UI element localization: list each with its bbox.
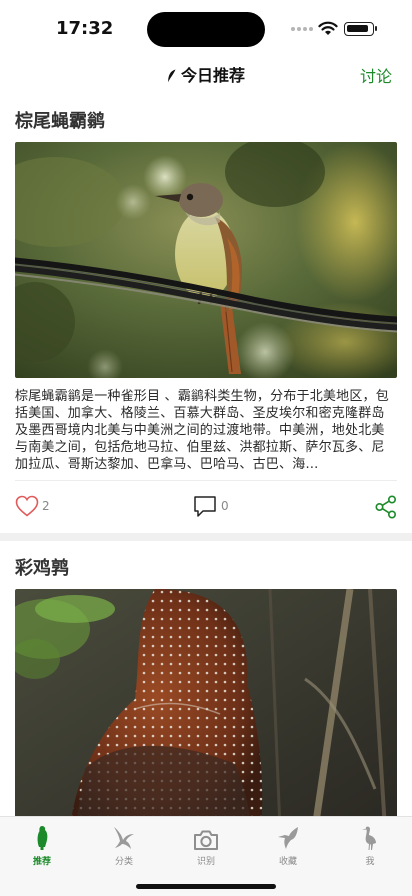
post-card: 棕尾蝇霸鹟 棕尾蝇霸鹟是一种雀形目 、霸鹟科类生物，分布于北美地区，包括美国、加…: [0, 100, 412, 531]
tab-favorites[interactable]: 收藏: [258, 823, 318, 867]
comment-icon[interactable]: [193, 495, 217, 519]
feather-icon: [168, 69, 176, 83]
feed[interactable]: 棕尾蝇霸鹟 棕尾蝇霸鹟是一种雀形目 、霸鹟科类生物，分布于北美地区，包括美国、加…: [0, 100, 412, 816]
bird-flying-icon: [114, 827, 134, 849]
bird-photo-image: [15, 142, 397, 378]
page-title: 今日推荐: [0, 62, 412, 86]
tab-category[interactable]: 分类: [94, 823, 154, 867]
wifi-icon: [318, 21, 338, 35]
bird-photo-image: [15, 589, 397, 816]
post-card: 彩鸡鹑: [0, 541, 412, 816]
like-count: 2: [42, 499, 50, 513]
comment-count: 0: [221, 499, 229, 513]
home-indicator: [136, 884, 276, 889]
hummingbird-icon: [278, 827, 298, 849]
tab-label: 推荐: [32, 857, 51, 867]
tab-recommend[interactable]: 推荐: [12, 823, 72, 867]
tab-label: 识别: [196, 857, 215, 867]
tab-label: 收藏: [278, 857, 297, 867]
share-icon[interactable]: [375, 495, 397, 519]
section-gap: [0, 533, 412, 541]
post-actions: 2 0: [15, 481, 397, 531]
camera-icon: [194, 830, 218, 850]
dynamic-island: [147, 12, 265, 47]
post-photo[interactable]: [15, 142, 397, 378]
page-title-text: 今日推荐: [180, 66, 245, 85]
signal-dots-icon: [291, 27, 315, 33]
discuss-button[interactable]: 讨论: [360, 63, 392, 87]
post-title: 棕尾蝇霸鹟: [15, 111, 105, 132]
tab-me[interactable]: 我: [340, 823, 400, 867]
post-title: 彩鸡鹑: [15, 558, 69, 579]
heart-icon[interactable]: [15, 495, 39, 517]
tab-identify[interactable]: 识别: [176, 823, 236, 867]
battery-icon: [344, 22, 377, 36]
tab-label: 分类: [114, 857, 133, 867]
post-description: 棕尾蝇霸鹟是一种雀形目 、霸鹟科类生物，分布于北美地区，包括美国、加拿大、格陵兰…: [15, 389, 389, 472]
nav-bar: 今日推荐 讨论: [0, 60, 412, 90]
post-photo[interactable]: [15, 589, 397, 816]
bird-standing-icon: [37, 826, 48, 850]
heron-icon: [362, 826, 376, 850]
status-time: 17:32: [56, 18, 114, 39]
tab-label: 我: [365, 857, 375, 867]
status-bar: 17:32: [0, 0, 412, 60]
